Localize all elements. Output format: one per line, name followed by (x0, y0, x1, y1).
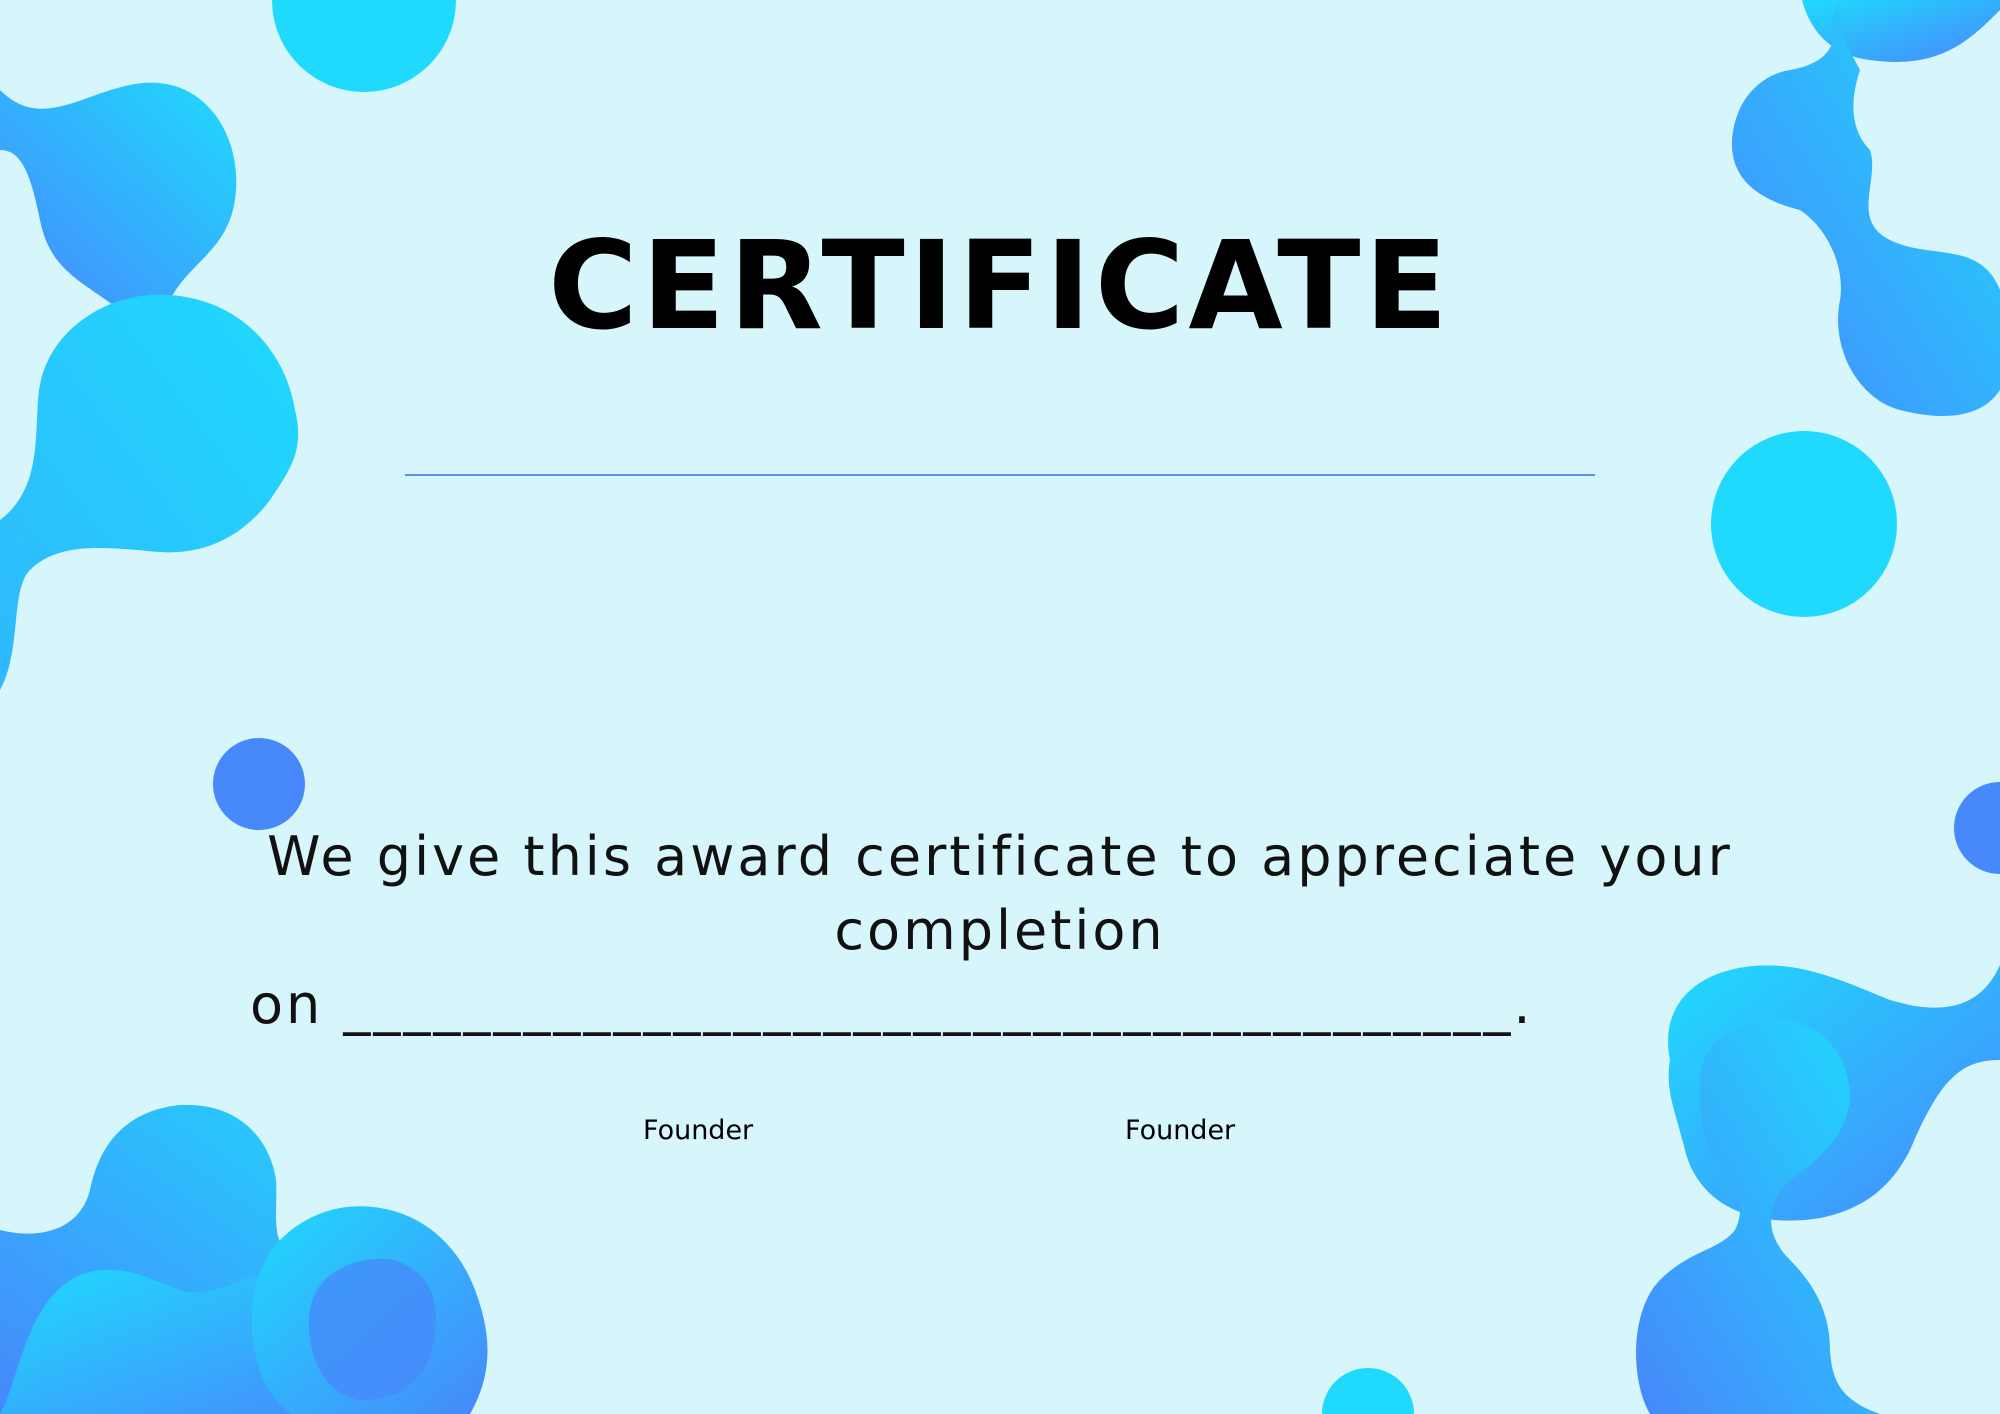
signature-founder-left: Founder (643, 1115, 754, 1146)
blob-bottom-circle (1322, 1368, 1414, 1414)
blob-right-circle (1711, 431, 1897, 617)
signature-founder-right: Founder (1125, 1115, 1236, 1146)
blob-top-right-wave (1731, 0, 2000, 416)
blob-top-circle (272, 0, 456, 92)
body-line-2: on _____________________________________… (250, 973, 1534, 1036)
blob-right-edge-circle (1954, 782, 2000, 874)
name-underline (405, 474, 1595, 476)
blob-small-circle-left (213, 738, 305, 830)
decorative-blobs (0, 0, 2000, 1414)
certificate-body: We give this award certificate to apprec… (190, 820, 1810, 1042)
body-line-1: We give this award certificate to apprec… (267, 825, 1733, 962)
certificate-title: CERTIFICATE (548, 215, 1452, 357)
blob-top-left-lower (0, 294, 299, 690)
